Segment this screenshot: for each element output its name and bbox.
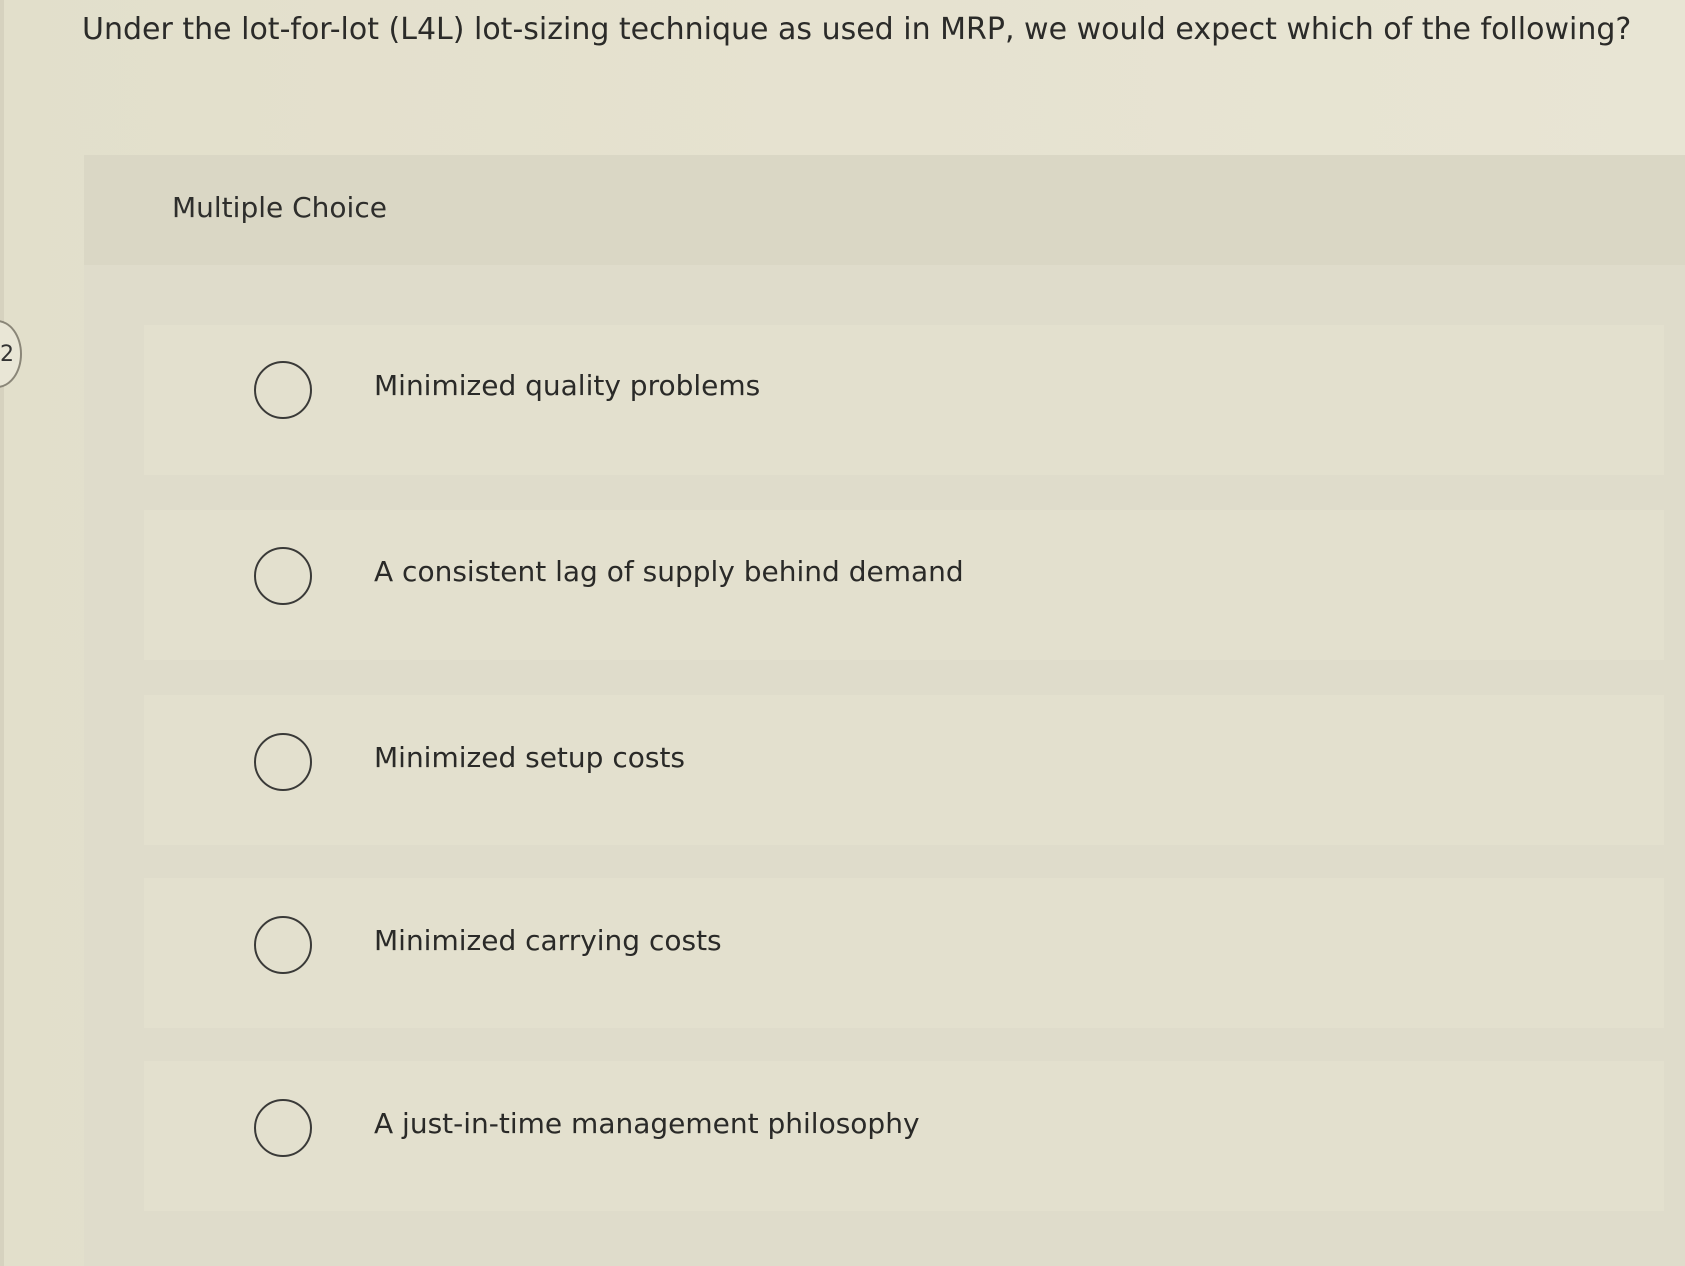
- answer-option[interactable]: A just-in-time management philosophy: [144, 1061, 1664, 1211]
- answer-option-label: Minimized carrying costs: [374, 924, 722, 957]
- radio-button[interactable]: [254, 916, 312, 974]
- answer-option-label: A just-in-time management philosophy: [374, 1107, 920, 1140]
- answer-option[interactable]: Minimized carrying costs: [144, 878, 1664, 1028]
- question-text: Under the lot-for-lot (L4L) lot-sizing t…: [82, 12, 1632, 47]
- panel-header: Multiple Choice: [84, 155, 1685, 265]
- answer-option-label: Minimized quality problems: [374, 369, 761, 402]
- answer-option[interactable]: Minimized quality problems: [144, 325, 1664, 475]
- question-number-text: 2: [0, 341, 14, 367]
- quiz-page: 2 Under the lot-for-lot (L4L) lot-sizing…: [0, 0, 1685, 1266]
- answer-option[interactable]: Minimized setup costs: [144, 695, 1664, 845]
- left-edge-border: [0, 0, 4, 1266]
- question-number-badge[interactable]: 2: [0, 320, 22, 388]
- answer-option-label: Minimized setup costs: [374, 741, 686, 774]
- radio-button[interactable]: [254, 1099, 312, 1157]
- answer-option-label: A consistent lag of supply behind demand: [374, 555, 964, 588]
- radio-button[interactable]: [254, 547, 312, 605]
- radio-button[interactable]: [254, 361, 312, 419]
- multiple-choice-title: Multiple Choice: [172, 191, 387, 224]
- radio-button[interactable]: [254, 733, 312, 791]
- answer-option[interactable]: A consistent lag of supply behind demand: [144, 510, 1664, 660]
- multiple-choice-panel: Multiple Choice Minimized quality proble…: [84, 155, 1685, 1266]
